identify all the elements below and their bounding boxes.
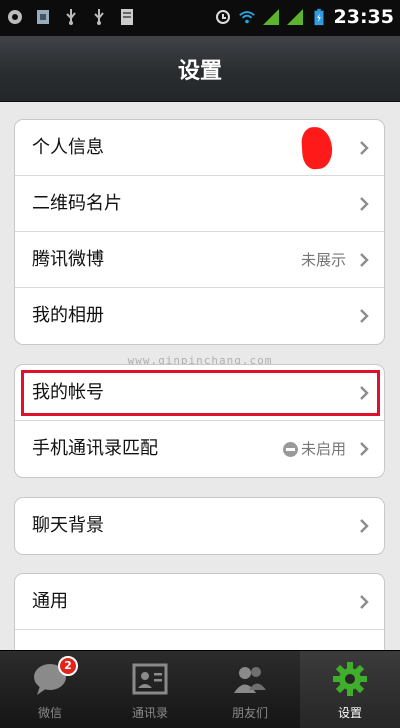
battery-icon xyxy=(314,8,324,26)
wifi-icon xyxy=(238,11,255,24)
bottom-tab-bar: 2 微信 通讯录 朋友们 设置 xyxy=(0,650,400,728)
notification-icons xyxy=(6,8,136,26)
signal-icon xyxy=(262,9,279,25)
friends-icon xyxy=(234,667,266,693)
settings-item-status: 未启用 xyxy=(282,421,346,477)
disabled-icon xyxy=(282,441,298,457)
tab-label: 朋友们 xyxy=(231,706,268,720)
chevron-right-icon xyxy=(360,519,369,533)
chevron-right-icon xyxy=(360,309,369,323)
settings-item-value: 未展示 xyxy=(300,251,346,269)
chevron-right-icon xyxy=(360,253,369,267)
storage-icon xyxy=(121,9,133,25)
tab-friends[interactable]: 朋友们 xyxy=(200,651,300,728)
chevron-right-icon xyxy=(360,442,369,456)
settings-item-label: 腾讯微博 xyxy=(32,249,104,270)
settings-item-label: 通用 xyxy=(32,591,68,612)
settings-item-label: 聊天背景 xyxy=(32,515,104,536)
page-title: 设置 xyxy=(177,59,222,84)
clock: 23:35 xyxy=(333,6,394,28)
tab-settings[interactable]: 设置 xyxy=(300,651,400,728)
tab-contacts[interactable]: 通讯录 xyxy=(100,651,200,728)
system-icons: 23:35 xyxy=(214,6,394,28)
settings-group-profile: 个人信息 二维码名片 腾讯微博 未展示 我的相册 xyxy=(14,119,385,345)
sync-icon xyxy=(215,10,230,24)
highlight-box xyxy=(21,370,380,416)
settings-item-general[interactable]: 通用 xyxy=(15,574,384,630)
settings-item-label: 手机通讯录匹配 xyxy=(32,438,158,459)
usb-icon xyxy=(94,9,104,25)
settings-item-label: 个人信息 xyxy=(32,137,104,158)
signal-icon xyxy=(286,9,303,25)
tab-label: 设置 xyxy=(337,706,362,720)
settings-item-personal-info[interactable]: 个人信息 xyxy=(15,120,384,176)
chevron-right-icon xyxy=(360,197,369,211)
settings-group-chat: 聊天背景 xyxy=(14,497,385,555)
status-bar: 23:35 xyxy=(0,0,400,36)
chevron-right-icon xyxy=(360,595,369,609)
app-icon xyxy=(8,10,22,24)
sim-icon xyxy=(37,10,49,24)
settings-item-chat-background[interactable]: 聊天背景 xyxy=(15,498,384,554)
redaction-mark xyxy=(300,126,334,170)
settings-item-qr-card[interactable]: 二维码名片 xyxy=(15,176,384,232)
settings-item-contacts-match[interactable]: 手机通讯录匹配 未启用 xyxy=(15,421,384,477)
tab-wechat[interactable]: 2 微信 xyxy=(0,651,100,728)
settings-item-label: 二维码名片 xyxy=(32,193,122,214)
tab-label: 通讯录 xyxy=(131,706,168,720)
settings-item-value: 未启用 xyxy=(300,440,346,458)
tab-label: 微信 xyxy=(37,706,62,720)
header-bar: 设置 xyxy=(0,36,400,102)
unread-count-badge: 2 xyxy=(58,656,78,676)
contacts-card-icon xyxy=(132,663,168,695)
settings-item-tencent-weibo[interactable]: 腾讯微博 未展示 xyxy=(15,232,384,288)
settings-item-my-album[interactable]: 我的相册 xyxy=(15,288,384,344)
usb-icon xyxy=(66,9,76,25)
gear-icon xyxy=(333,662,367,696)
chevron-right-icon xyxy=(360,141,369,155)
settings-item-label: 我的相册 xyxy=(32,305,104,326)
